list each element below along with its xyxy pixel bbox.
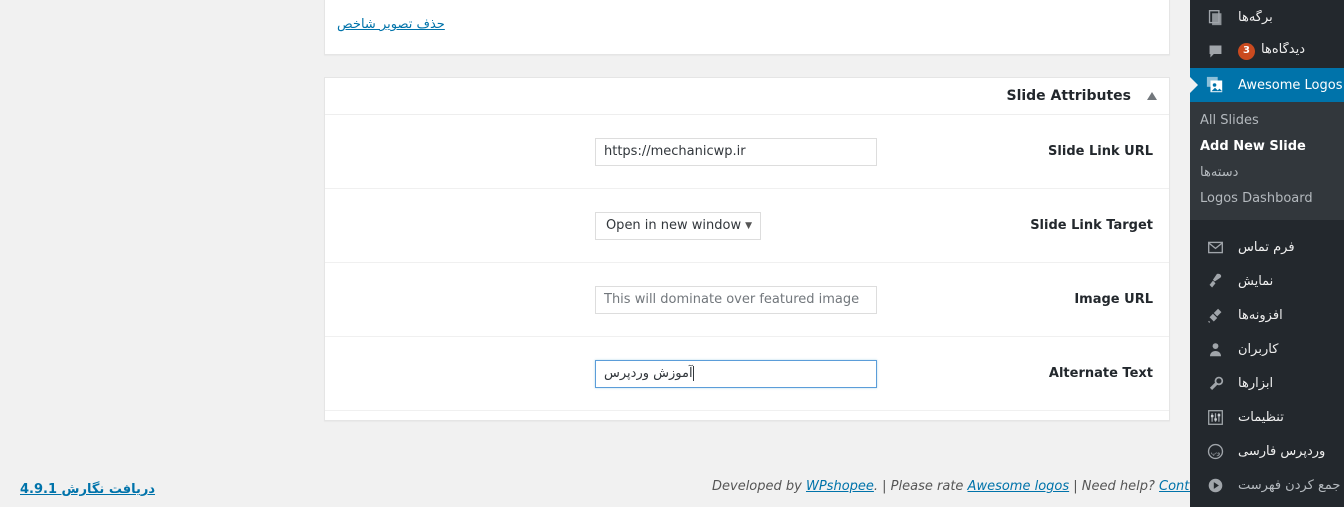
comments-count-badge: 3	[1238, 42, 1255, 60]
slide-link-url-input[interactable]: https://mechanicwp.ir	[595, 137, 877, 166]
sidebar-item-label: ابزارها	[1238, 375, 1274, 391]
developed-by-text: Developed by	[712, 479, 806, 494]
pages-icon	[1198, 9, 1232, 26]
slide-attributes-postbox: Slide Attributes Slide Link URL https://…	[324, 77, 1170, 421]
sidebar-item-label: وردپرس فارسی	[1238, 443, 1326, 459]
after-plugin-text: | Need help?	[1069, 479, 1160, 494]
sidebar-item-awesome-logos[interactable]: Awesome Logos	[1190, 68, 1344, 102]
sidebar-item-label: کاربران	[1238, 341, 1279, 357]
wp-admin-page: حذف تصویر شاخص Slide Attributes Slide Li…	[0, 0, 1344, 507]
plugins-plug-icon	[1198, 307, 1232, 324]
sidebar-item-label: Awesome Logos	[1238, 77, 1343, 93]
remove-featured-image-link[interactable]: حذف تصویر شاخص	[337, 17, 445, 32]
submenu-item-logos-dashboard[interactable]: Logos Dashboard	[1190, 186, 1344, 212]
submenu-item-categories[interactable]: دسته‌ها	[1190, 160, 1344, 186]
sidebar-item-settings[interactable]: تنظیمات	[1190, 400, 1344, 434]
sidebar-item-label: فرم تماس	[1238, 239, 1295, 255]
chevron-down-icon: ▼	[745, 220, 752, 231]
comments-icon	[1198, 43, 1232, 60]
label-alternate-text: Alternate Text	[1048, 366, 1153, 381]
sidebar-item-pages[interactable]: برگه‌ها	[1190, 0, 1344, 34]
content-area: حذف تصویر شاخص Slide Attributes Slide Li…	[0, 0, 1229, 507]
sidebar-item-comments[interactable]: دیدگاه‌ها 3	[1190, 34, 1344, 68]
sidebar-item-label: نمایش	[1238, 273, 1274, 289]
after-developer-text: . | Please rate	[873, 479, 968, 494]
sidebar-item-label: برگه‌ها	[1238, 9, 1273, 25]
admin-sidebar: برگه‌ها دیدگاه‌ها 3 Awesome Logos	[1190, 0, 1344, 507]
slide-link-target-value: Open in new window	[605, 218, 742, 233]
settings-sliders-icon	[1198, 409, 1232, 426]
form-row-image-url: Image URL This will dominate over featur…	[325, 263, 1169, 337]
logos-icon	[1198, 76, 1232, 94]
alternate-text-value: آموزش وردپرس	[604, 366, 693, 381]
label-slide-link-url: Slide Link URL	[1048, 144, 1153, 159]
sidebar-item-appearance[interactable]: نمایش	[1190, 264, 1344, 298]
featured-image-postbox: حذف تصویر شاخص	[324, 0, 1170, 55]
footer-credits: Developed by WPshopee. | Please rate Awe…	[712, 479, 1229, 494]
field-slide-link-target: ▼ Open in new window	[595, 211, 877, 240]
footer-version: دریافت نگارش 4.9.1	[20, 482, 155, 497]
slide-attributes-header: Slide Attributes	[325, 78, 1169, 115]
label-image-url: Image URL	[1074, 292, 1153, 307]
sidebar-item-collapse-menu[interactable]: جمع کردن فهرست	[1190, 468, 1344, 502]
triangle-up-icon[interactable]	[1131, 92, 1157, 100]
sidebar-item-label: تنظیمات	[1238, 409, 1284, 425]
select-wrap: ▼ Open in new window	[595, 211, 877, 240]
field-slide-link-url: https://mechanicwp.ir	[595, 137, 877, 166]
sidebar-item-users[interactable]: کاربران	[1190, 332, 1344, 366]
tools-wrench-icon	[1198, 375, 1232, 392]
form-row-slide-link-target: Slide Link Target ▼ Open in new window	[325, 189, 1169, 263]
mail-icon	[1198, 239, 1232, 256]
wpshopee-link[interactable]: WPshopee	[806, 479, 874, 494]
field-image-url: This will dominate over featured image	[595, 285, 877, 314]
sidebar-item-wp-farsi[interactable]: وردپرس فارسی وپ	[1190, 434, 1344, 468]
wp-farsi-icon: وپ	[1198, 443, 1232, 460]
sidebar-item-label: افزونه‌ها	[1238, 307, 1283, 323]
collapse-icon	[1198, 477, 1232, 494]
form-row-slide-link-url: Slide Link URL https://mechanicwp.ir	[325, 115, 1169, 189]
field-alternate-text: آموزش وردپرس	[595, 359, 877, 388]
label-slide-link-target: Slide Link Target	[1030, 218, 1153, 233]
image-url-input[interactable]: This will dominate over featured image	[595, 285, 877, 314]
svg-text:وپ: وپ	[1210, 448, 1220, 456]
form-row-alternate-text: Alternate Text آموزش وردپرس	[325, 337, 1169, 411]
alternate-text-input[interactable]: آموزش وردپرس	[595, 359, 877, 388]
sidebar-item-contact-form[interactable]: فرم تماس	[1190, 230, 1344, 264]
current-menu-arrow-icon	[1190, 77, 1198, 93]
submenu-item-add-new-slide[interactable]: Add New Slide	[1190, 134, 1344, 160]
sidebar-item-label: دیدگاه‌ها 3	[1232, 42, 1344, 60]
slide-attributes-title: Slide Attributes	[1006, 88, 1131, 104]
submenu-item-all-slides[interactable]: All Slides	[1190, 108, 1344, 134]
appearance-brush-icon	[1198, 273, 1232, 290]
sidebar-item-plugins[interactable]: افزونه‌ها	[1190, 298, 1344, 332]
slide-link-target-select[interactable]: ▼ Open in new window	[595, 211, 761, 240]
awesome-logos-rate-link[interactable]: Awesome logos	[968, 479, 1070, 494]
menu-separator	[1190, 220, 1344, 230]
featured-image-body: حذف تصویر شاخص	[325, 0, 1169, 32]
slide-attributes-form: Slide Link URL https://mechanicwp.ir Sli…	[325, 115, 1169, 411]
get-version-link[interactable]: دریافت نگارش 4.9.1	[20, 482, 155, 497]
sidebar-item-label: جمع کردن فهرست	[1238, 477, 1341, 493]
users-icon	[1198, 341, 1232, 358]
sidebar-item-tools[interactable]: ابزارها	[1190, 366, 1344, 400]
comments-label: دیدگاه‌ها	[1261, 42, 1306, 58]
awesome-logos-submenu: All Slides Add New Slide دسته‌ها Logos D…	[1190, 102, 1344, 220]
